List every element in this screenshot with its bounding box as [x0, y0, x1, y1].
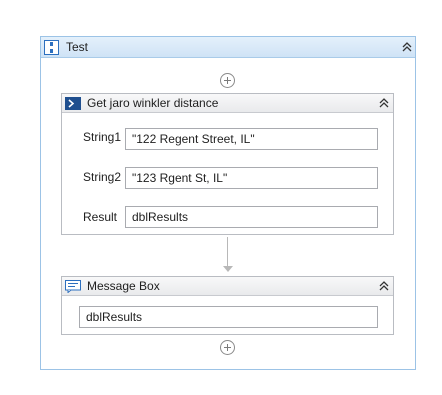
- jaro-activity-header[interactable]: Get jaro winkler distance: [62, 94, 393, 113]
- sequence-header[interactable]: Test: [41, 37, 415, 58]
- jaro-winkler-activity[interactable]: Get jaro winkler distance String1 "122 R…: [61, 93, 394, 235]
- result-field[interactable]: dblResults: [125, 206, 378, 228]
- collapse-chevron-icon[interactable]: [377, 280, 391, 292]
- jaro-activity-title: Get jaro winkler distance: [87, 96, 219, 110]
- collapse-chevron-icon[interactable]: [377, 97, 391, 109]
- collapse-chevron-icon[interactable]: [400, 41, 414, 53]
- message-box-header[interactable]: Message Box: [62, 277, 393, 296]
- sequence-icon: [44, 40, 59, 55]
- message-box-icon: [65, 280, 81, 293]
- flow-arrow-icon: [223, 266, 233, 272]
- string1-label: String1: [83, 130, 122, 144]
- flow-connector-line: [227, 237, 228, 266]
- string2-label: String2: [83, 170, 122, 184]
- string1-field[interactable]: "122 Regent Street, IL": [125, 128, 378, 150]
- console-prompt-icon: [65, 97, 81, 110]
- string2-field[interactable]: "123 Rgent St, IL": [125, 167, 378, 189]
- sequence-title: Test: [66, 40, 89, 54]
- message-box-text-field[interactable]: dblResults: [79, 306, 378, 328]
- add-activity-bottom-icon[interactable]: [220, 340, 235, 355]
- add-activity-top-icon[interactable]: [220, 73, 235, 88]
- message-box-title: Message Box: [87, 279, 160, 293]
- result-label: Result: [83, 210, 118, 224]
- message-box-activity[interactable]: Message Box dblResults: [61, 276, 394, 335]
